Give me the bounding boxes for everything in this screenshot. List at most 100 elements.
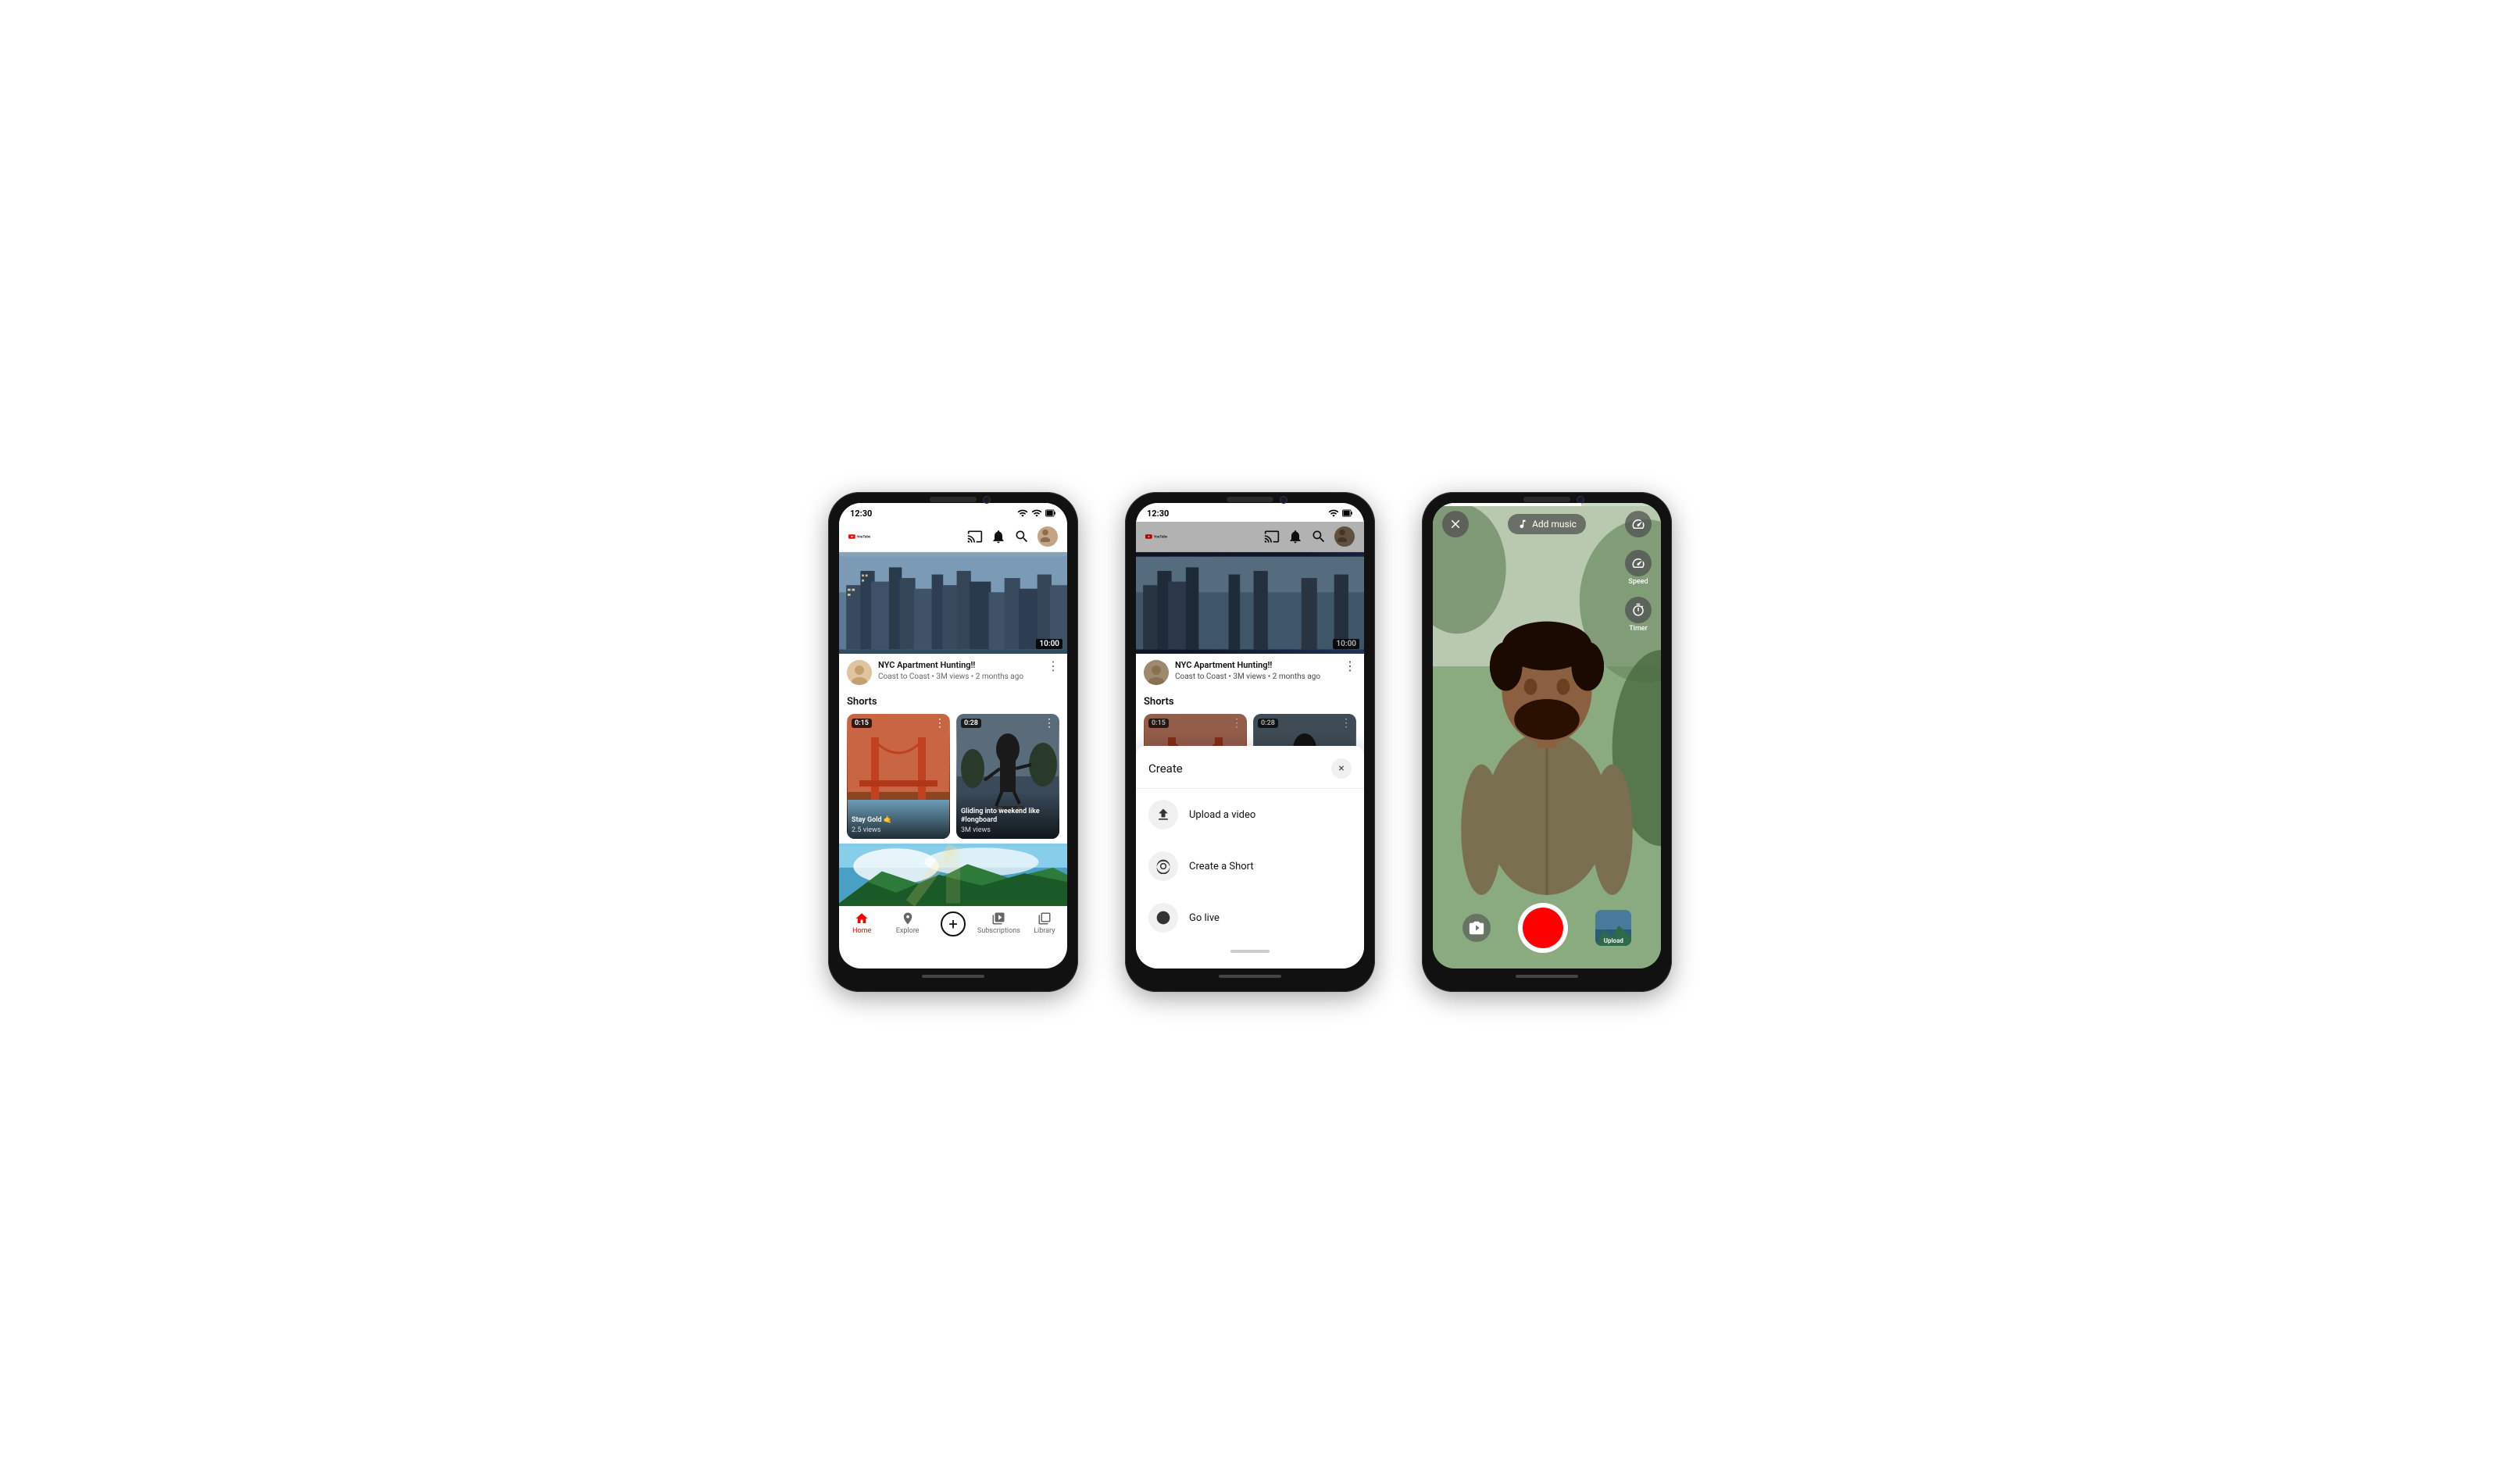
speed-button[interactable] xyxy=(1625,511,1652,537)
cast-icon-1[interactable] xyxy=(967,529,983,544)
cast-icon-2 xyxy=(1264,529,1280,544)
nav-create-circle-1: + xyxy=(941,911,966,936)
yt-logo-2: YouTube xyxy=(1145,529,1264,544)
shorts-title-2: Shorts xyxy=(1144,696,1356,708)
wifi-icon xyxy=(1017,508,1028,519)
video-thumb-2: 10:00 xyxy=(1136,552,1364,654)
video-more-1[interactable]: ⋮ xyxy=(1047,660,1059,672)
short-more-3: ⋮ xyxy=(1231,717,1242,730)
phone-screen-2: 12:30 YouTube xyxy=(1136,503,1364,969)
short-time-3: 0:15 xyxy=(1148,719,1169,728)
phone-camera-1 xyxy=(983,496,991,504)
speed-tool: Speed xyxy=(1625,550,1652,586)
record-button[interactable] xyxy=(1518,903,1568,953)
youtube-logo-icon-2: YouTube xyxy=(1145,529,1167,544)
camera-progress-bar xyxy=(1433,503,1661,506)
create-menu-overlay: Create × Upload a video Create a Short xyxy=(1136,746,1364,969)
camera-short-icon xyxy=(1155,858,1171,874)
timer-icon xyxy=(1631,603,1645,617)
flip-camera-button[interactable] xyxy=(1462,914,1491,942)
nav-library-label-1: Library xyxy=(1034,927,1055,935)
create-menu-live[interactable]: Go live xyxy=(1136,892,1364,944)
video-thumb-1[interactable]: 10:00 xyxy=(839,552,1067,654)
nav-create-1[interactable]: + xyxy=(930,911,976,936)
video-info-1: NYC Apartment Hunting!! Coast to Coast •… xyxy=(839,654,1067,691)
live-label: Go live xyxy=(1189,912,1220,924)
camera-right-tools: Speed Timer xyxy=(1625,550,1652,633)
short-label-title-1: Stay Gold 🤙 xyxy=(852,816,945,826)
create-menu-header: Create × xyxy=(1136,758,1364,789)
phone-screen-3: Add music Speed xyxy=(1433,503,1661,969)
short-label: Create a Short xyxy=(1189,861,1254,872)
add-music-button[interactable]: Add music xyxy=(1508,514,1586,534)
video-more-2: ⋮ xyxy=(1344,660,1356,672)
phone-bottom-bar-1 xyxy=(922,975,984,978)
bottom-handle-2 xyxy=(1230,950,1270,953)
camera-close-button[interactable] xyxy=(1442,511,1469,537)
shorts-section-1: Shorts xyxy=(839,691,1067,844)
video-sub-2: Coast to Coast • 3M views • 2 months ago xyxy=(1175,672,1338,681)
svg-text:YouTube: YouTube xyxy=(1154,535,1167,539)
nav-explore-1[interactable]: Explore xyxy=(884,911,930,936)
bell-icon-2 xyxy=(1288,529,1303,544)
create-menu-title: Create xyxy=(1148,762,1183,776)
status-bar-1: 12:30 xyxy=(839,503,1067,522)
nyc-scene xyxy=(839,552,1067,654)
signal-icon xyxy=(1031,508,1042,519)
yt-header-icons-2 xyxy=(1264,526,1355,547)
phone-speaker-1 xyxy=(930,497,977,502)
short-more-2[interactable]: ⋮ xyxy=(1044,717,1055,730)
avatar-1[interactable] xyxy=(1038,526,1058,547)
speed-label: Speed xyxy=(1628,578,1648,586)
phone-speaker-3 xyxy=(1523,497,1570,502)
avatar-2 xyxy=(1334,526,1355,547)
short-label-views-2: 3M views xyxy=(961,826,1055,834)
timer-tool-button[interactable] xyxy=(1625,597,1652,623)
status-icons-1 xyxy=(1017,508,1056,519)
speedometer-icon xyxy=(1631,556,1645,570)
status-time-1: 12:30 xyxy=(850,508,872,519)
phone-screen-1: 12:30 YouTube xyxy=(839,503,1067,969)
speed-tool-button[interactable] xyxy=(1625,550,1652,576)
status-bar-2: 12:30 xyxy=(1136,503,1364,522)
video-duration-1: 10:00 xyxy=(1036,639,1062,649)
short-icon-circle xyxy=(1148,851,1178,881)
short-more-1[interactable]: ⋮ xyxy=(934,717,945,730)
short-time-4: 0:28 xyxy=(1258,719,1278,728)
timer-label: Timer xyxy=(1629,625,1648,633)
short-time-1: 0:15 xyxy=(852,719,872,728)
nav-home-1[interactable]: Home xyxy=(839,911,884,936)
live-icon-circle xyxy=(1148,903,1178,933)
channel-avatar-2 xyxy=(1144,660,1169,685)
video-title-1: NYC Apartment Hunting!! xyxy=(878,660,1041,671)
create-close-button[interactable]: × xyxy=(1331,758,1352,779)
upload-label-cam: Upload xyxy=(1595,937,1631,944)
phone-speaker-2 xyxy=(1227,497,1273,502)
yt-logo-1: YouTube xyxy=(848,529,967,544)
record-button-inner xyxy=(1523,908,1563,948)
youtube-logo-icon: YouTube xyxy=(848,529,870,544)
phone-1: 12:30 YouTube xyxy=(828,492,1078,992)
upload-icon-circle xyxy=(1148,800,1178,829)
create-menu-upload[interactable]: Upload a video xyxy=(1136,789,1364,840)
nyc-bg-1 xyxy=(839,552,1067,654)
upload-thumbnail[interactable]: Upload xyxy=(1595,910,1631,946)
wifi-icon-2 xyxy=(1328,508,1339,519)
landscape-thumb-1[interactable] xyxy=(839,844,1067,906)
search-icon-1[interactable] xyxy=(1014,529,1030,544)
nav-subscriptions-1[interactable]: Subscriptions xyxy=(976,911,1021,936)
video-info-2: NYC Apartment Hunting!! Coast to Coast •… xyxy=(1136,654,1364,691)
status-icons-2 xyxy=(1328,508,1353,519)
timer-tool: Timer xyxy=(1625,597,1652,633)
short-card-1[interactable]: 0:15 ⋮ Stay Gold 🤙 2.5 views xyxy=(847,714,950,839)
nav-library-1[interactable]: Library xyxy=(1022,911,1067,936)
search-icon-2 xyxy=(1311,529,1327,544)
short-card-2[interactable]: 0:28 ⋮ Gliding into weekend like #longbo… xyxy=(956,714,1059,839)
create-menu-short[interactable]: Create a Short xyxy=(1136,840,1364,892)
bell-icon-1[interactable] xyxy=(991,529,1006,544)
landscape-scene xyxy=(839,844,1067,906)
upload-label: Upload a video xyxy=(1189,809,1255,821)
nav-home-label-1: Home xyxy=(852,927,871,935)
phones-container: 12:30 YouTube xyxy=(828,492,1672,992)
video-sub-1: Coast to Coast • 3M views • 2 months ago xyxy=(878,672,1041,681)
